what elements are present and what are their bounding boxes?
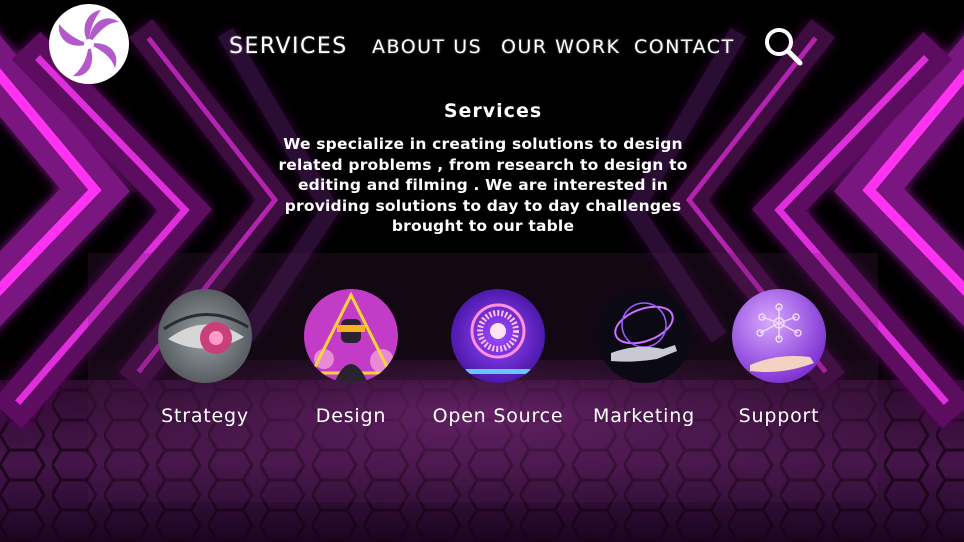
nav-contact[interactable]: CONTACT [634, 30, 735, 64]
service-card-marketing[interactable]: Marketing [569, 253, 719, 453]
service-card-support[interactable]: Support [704, 253, 854, 453]
design-figure-image [304, 289, 398, 383]
services-panel: Strategy Design Open Source Marketing Su… [88, 253, 878, 502]
nav-our-work[interactable]: OUR WORK [501, 30, 621, 64]
nav-about-us[interactable]: ABOUT US [372, 30, 482, 64]
nav-services[interactable]: SERVICES [229, 30, 348, 64]
hand-network-image [732, 289, 826, 383]
page-title: Services [443, 100, 543, 122]
service-label: Support [738, 405, 820, 427]
service-label: Strategy [161, 405, 249, 427]
eye-image [158, 289, 252, 383]
service-card-strategy[interactable]: Strategy [130, 253, 280, 453]
service-card-design[interactable]: Design [276, 253, 426, 453]
spiral-logo-icon[interactable] [49, 4, 129, 84]
search-icon[interactable] [762, 25, 804, 67]
service-label: Open Source [432, 405, 564, 427]
service-label: Design [315, 405, 387, 427]
service-card-open-source[interactable]: Open Source [423, 253, 573, 453]
glowing-disc-image [451, 289, 545, 383]
hand-orbit-image [597, 289, 691, 383]
intro-description: We specialize in creating solutions to d… [278, 135, 688, 236]
service-label: Marketing [593, 405, 695, 427]
